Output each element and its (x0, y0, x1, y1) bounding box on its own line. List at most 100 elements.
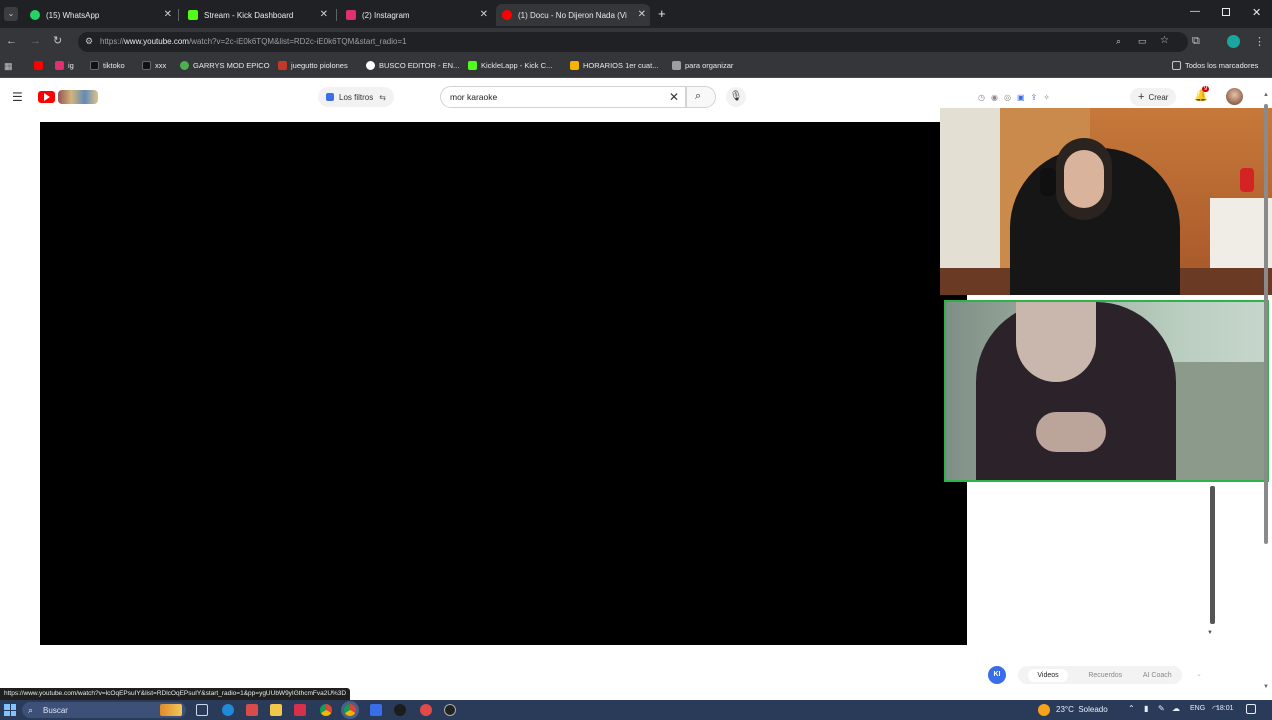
clear-search-icon[interactable]: ✕ (669, 90, 679, 104)
task-view-icon[interactable] (196, 704, 208, 716)
apps-grid-icon[interactable]: ▦ (4, 61, 13, 72)
close-icon[interactable]: ✕ (320, 9, 328, 20)
video-player[interactable] (40, 122, 967, 645)
bookmark-youtube[interactable] (34, 61, 47, 70)
app-icon[interactable] (394, 704, 406, 716)
app-icon[interactable] (294, 704, 306, 716)
bookmark-juegutto[interactable]: juegutto piolones (278, 61, 348, 70)
bookmark-horarios[interactable]: HORARIOS 1er cuat... (570, 61, 658, 70)
bookmark-label: HORARIOS 1er cuat... (583, 61, 659, 70)
tab-videos[interactable]: Videos (1028, 668, 1068, 682)
tray-chevron-icon[interactable]: ⌃ (1128, 704, 1135, 713)
widget-icon[interactable] (160, 704, 182, 716)
eye-icon[interactable]: ◎ (1004, 93, 1011, 102)
start-windows-icon[interactable] (4, 704, 16, 716)
app-icon[interactable] (420, 704, 432, 716)
tab-recuerdos[interactable]: Recuerdos (1088, 672, 1122, 679)
forward-arrow-icon[interactable]: → (30, 35, 41, 47)
page-scrollbar[interactable]: ▲ ▼ (1262, 92, 1270, 692)
hamburger-menu-icon[interactable]: ☰ (12, 90, 23, 104)
screen-icon[interactable]: ▣ (1017, 93, 1025, 102)
browser-toolbar: ← → ↻ ⚙ https://www.youtube.com/watch?v=… (0, 28, 1272, 56)
bookmark-kicklelapp[interactable]: KickleLapp - Kick C... (468, 61, 552, 70)
tab-kick-dashboard[interactable]: Stream - Kick Dashboard ✕ (182, 4, 332, 26)
file-explorer-icon[interactable] (270, 704, 282, 716)
search-icon: ⌕ (28, 704, 34, 715)
app-icon[interactable] (246, 704, 258, 716)
youtube-logo[interactable] (38, 90, 98, 104)
tray-icon[interactable]: ✎ (1158, 704, 1165, 713)
scroll-up-arrow-icon[interactable]: ▲ (1263, 92, 1269, 98)
cast-icon[interactable]: ▭ (1138, 36, 1147, 47)
close-icon[interactable]: ✕ (164, 9, 172, 20)
web-icon (366, 61, 375, 70)
chrome-icon[interactable] (320, 704, 332, 716)
bookmark-ig[interactable]: ig (55, 61, 74, 70)
browser-menu-icon[interactable]: ⋮ (1254, 35, 1265, 48)
assistant-tabs: Videos Recuerdos AI Coach (1018, 666, 1182, 684)
extensions-icon[interactable]: ⧉ (1192, 35, 1200, 48)
minimize-icon[interactable]: — (1190, 6, 1200, 17)
site-info-icon[interactable]: ⚙ (85, 36, 93, 47)
bookmark-para-organizar[interactable]: para organizar (672, 61, 733, 70)
tab-search-icon[interactable]: ⌄ (4, 7, 18, 21)
obs-icon[interactable] (444, 704, 456, 716)
edge-icon[interactable] (222, 704, 234, 716)
chevron-down-icon[interactable]: ⌄ (1196, 670, 1202, 678)
tab-instagram[interactable]: (2) Instagram ✕ (340, 4, 492, 26)
right-panel-scrollbar[interactable] (1210, 486, 1215, 624)
tab-whatsapp[interactable]: (15) WhatsApp ✕ (24, 4, 176, 26)
weather-text[interactable]: 23°C Soleado (1056, 705, 1108, 714)
scroll-down-arrow-icon[interactable]: ▼ (1207, 630, 1213, 636)
bookmark-garrys[interactable]: GARRYS MOD EPICO (180, 61, 270, 70)
share-icon[interactable]: ⇪ (1031, 93, 1038, 102)
eye-icon[interactable]: ◉ (991, 93, 998, 102)
filters-chip[interactable]: Los filtros ⇆ (318, 87, 394, 107)
bookmark-star-icon[interactable]: ☆ (1160, 35, 1169, 46)
bookmarks-bar: ▦ ig tiktoko xxx GARRYS MOD EPICO juegut… (0, 56, 1272, 78)
account-avatar[interactable] (1226, 88, 1243, 105)
app-icon[interactable] (370, 704, 382, 716)
weather-icon[interactable] (1038, 704, 1050, 716)
profile-avatar[interactable] (1227, 35, 1240, 48)
bookmark-all[interactable]: Todos los marcadores (1172, 61, 1258, 70)
bookmark-label: KickleLapp - Kick C... (481, 61, 553, 70)
bookmark-xxx[interactable]: xxx (142, 61, 166, 70)
timer-icon[interactable]: ◷ (978, 93, 985, 102)
clock-time[interactable]: 18:01 (1216, 705, 1234, 712)
close-icon[interactable]: ✕ (638, 9, 646, 20)
zoom-icon[interactable]: ⌕ (1116, 36, 1121, 47)
pin-icon[interactable]: ✧ (1043, 93, 1050, 102)
globe-icon (180, 61, 189, 70)
address-bar[interactable]: ⚙ https://www.youtube.com/watch?v=2c-iE0… (78, 32, 1188, 52)
notifications-bell[interactable]: 🔔 9 (1194, 86, 1210, 103)
search-input[interactable]: mor karaoke ✕ (440, 86, 686, 108)
tab-youtube-active[interactable]: (1) Docu - No Dijeron Nada (Vi ✕ (496, 4, 650, 26)
bookmark-label: GARRYS MOD EPICO (193, 61, 270, 70)
create-button[interactable]: + Crear (1130, 88, 1177, 106)
maximize-icon[interactable] (1222, 8, 1230, 16)
microphone-icon[interactable]: 🎙 (726, 87, 746, 107)
youtube-icon (502, 10, 512, 20)
language-indicator[interactable]: ENG (1190, 705, 1205, 712)
close-window-icon[interactable]: ✕ (1252, 6, 1261, 19)
assistant-avatar[interactable]: KI (988, 666, 1006, 684)
windows-taskbar: ⌕ Buscar 23°C Soleado ⌃ ▮ ✎ ☁ ENG ◠ 18:0… (0, 700, 1272, 720)
tab-label: (15) WhatsApp (46, 10, 100, 20)
notification-center-icon[interactable] (1246, 704, 1256, 714)
bookmark-busco-editor[interactable]: BUSCO EDITOR - EN... (366, 61, 459, 70)
tab-ai-coach[interactable]: AI Coach (1143, 672, 1172, 679)
back-arrow-icon[interactable]: ← (6, 35, 17, 47)
chrome-active-icon[interactable] (344, 704, 356, 716)
tray-icon[interactable]: ▮ (1144, 704, 1148, 713)
new-tab-plus-icon[interactable]: + (658, 6, 666, 21)
scroll-down-arrow-icon[interactable]: ▼ (1263, 684, 1269, 690)
close-icon[interactable]: ✕ (480, 9, 488, 20)
bookmark-tiktoko[interactable]: tiktoko (90, 61, 125, 70)
status-url-text: https://www.youtube.com/watch?v=lcOqEPsu… (4, 690, 347, 697)
search-button[interactable]: ⌕ (686, 86, 716, 108)
tray-icon[interactable]: ☁ (1172, 704, 1180, 713)
reload-icon[interactable]: ↻ (53, 34, 62, 47)
scroll-thumb[interactable] (1264, 104, 1268, 544)
folder-icon (570, 61, 579, 70)
